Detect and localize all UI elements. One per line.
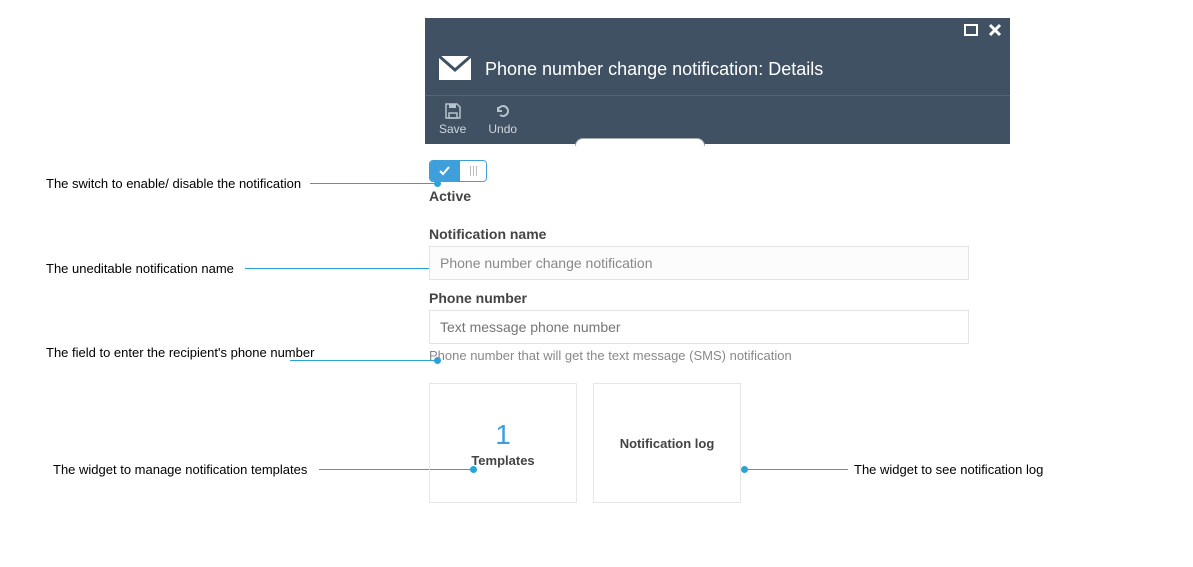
callout-line [310,183,435,184]
panel-header: Phone number change notification: Detail… [425,44,1010,96]
close-icon[interactable] [988,23,1002,40]
details-panel: Phone number change notification: Detail… [425,18,1010,503]
panel-title: Phone number change notification: Detail… [485,59,823,80]
check-icon [439,166,451,176]
grip-icon [470,166,477,176]
callout-phone: The field to enter the recipient's phone… [46,345,314,360]
templates-widget[interactable]: 1 Templates [429,383,577,503]
notification-name-label: Notification name [429,226,981,242]
templates-count: 1 [495,419,511,451]
notification-log-widget[interactable]: Notification log [593,383,741,503]
callout-line [245,268,435,269]
callout-line [290,360,435,361]
maximize-icon[interactable] [964,23,978,39]
widget-tiles: 1 Templates Notification log [429,383,981,503]
envelope-icon [439,56,471,83]
phone-number-field[interactable] [429,310,969,344]
templates-label: Templates [471,453,534,468]
panel-body: Active Notification name Phone number ch… [425,144,985,503]
callout-templates: The widget to manage notification templa… [53,462,307,477]
save-label: Save [439,122,466,136]
undo-button[interactable]: Undo [488,102,517,136]
window-titlebar [425,18,1010,44]
toggle-on-side [430,161,460,181]
tab-stub [575,138,705,146]
callout-name: The uneditable notification name [46,261,234,276]
phone-number-label: Phone number [429,290,981,306]
callout-toggle: The switch to enable/ disable the notifi… [46,176,301,191]
notification-name-field: Phone number change notification [429,246,969,280]
phone-help-text: Phone number that will get the text mess… [429,348,981,363]
save-button[interactable]: Save [439,102,466,136]
undo-label: Undo [488,122,517,136]
toggle-off-side [460,161,486,181]
active-label: Active [429,188,981,204]
toolbar: Save Undo [425,96,1010,144]
notification-log-label: Notification log [620,436,715,451]
active-toggle[interactable] [429,160,487,182]
